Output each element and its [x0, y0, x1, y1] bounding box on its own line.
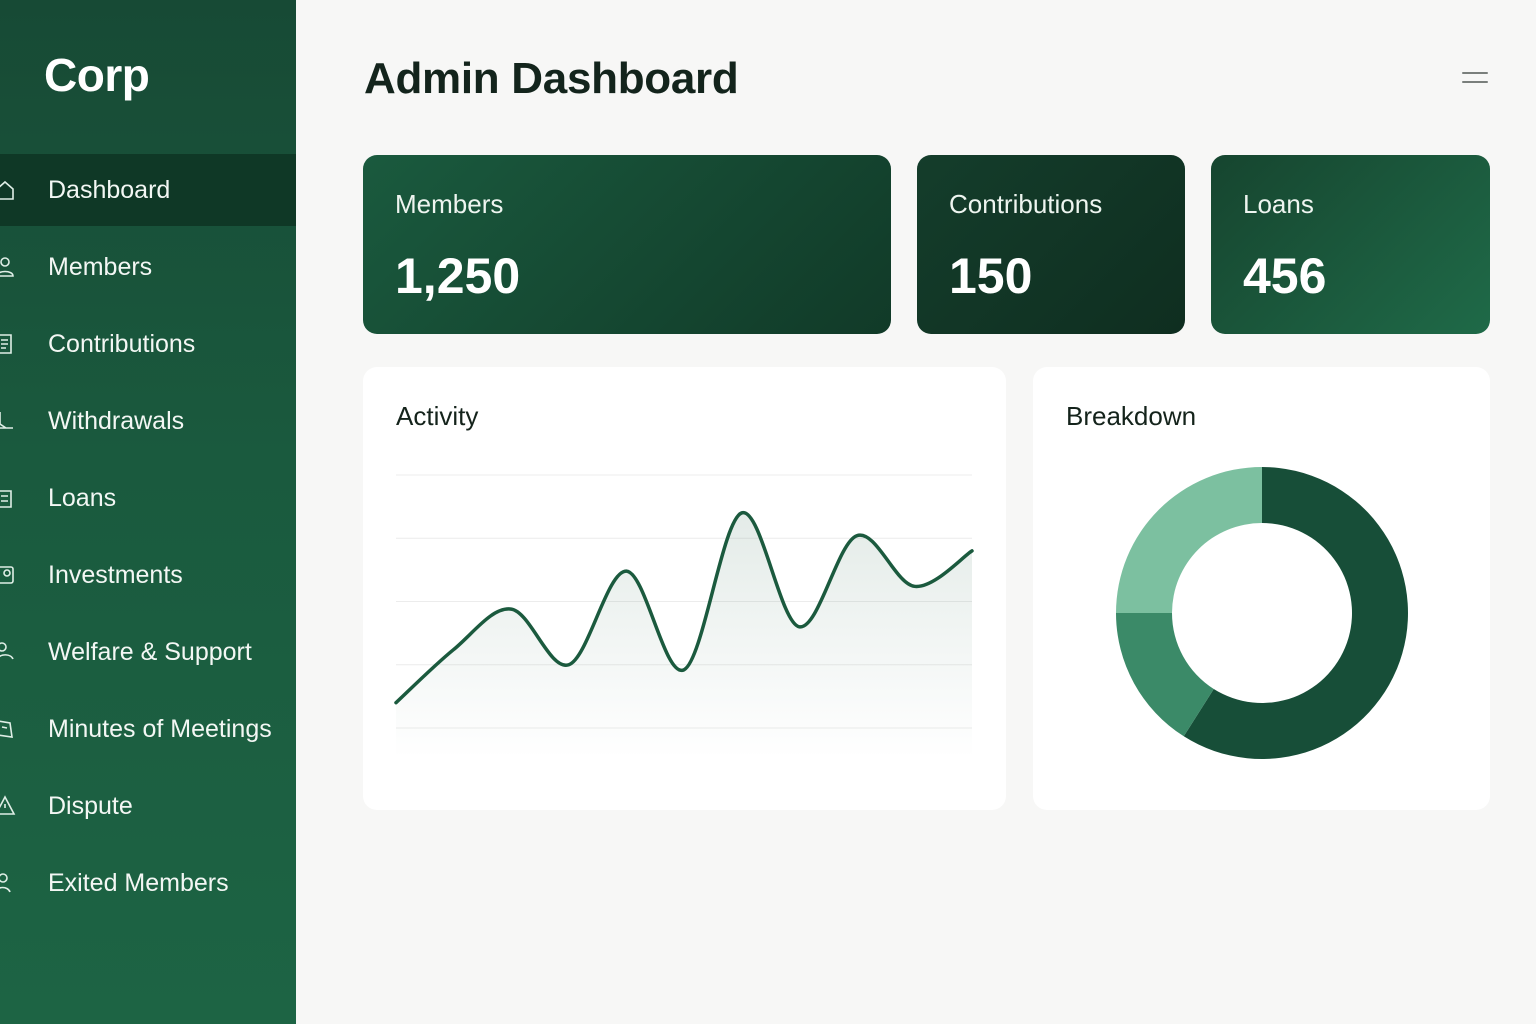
investment-icon — [0, 563, 16, 587]
sidebar-item-investments[interactable]: Investments — [0, 539, 296, 611]
loan-icon — [0, 486, 16, 510]
loans-stat-value: 456 — [1243, 248, 1327, 304]
breakdown-panel: Breakdown — [1033, 367, 1490, 810]
sidebar-item-contributions[interactable]: Contributions — [0, 308, 296, 380]
sidebar-item-withdrawals[interactable]: Withdrawals — [0, 385, 296, 457]
loans-stat-card[interactable]: Loans 456 — [1211, 155, 1490, 334]
sidebar-item-exited-members[interactable]: Exited Members — [0, 847, 296, 919]
menu-icon[interactable] — [1458, 66, 1490, 90]
sidebar-item-label: Dispute — [48, 791, 133, 820]
breakdown-slice-3 — [1116, 467, 1262, 613]
contributions-stat-card[interactable]: Contributions 150 — [917, 155, 1185, 334]
sidebar-item-label: Dashboard — [48, 175, 171, 204]
breakdown-donut-chart — [1116, 467, 1408, 759]
members-stat-value: 1,250 — [395, 248, 521, 304]
loans-stat-label: Loans — [1243, 189, 1314, 219]
activity-panel: Activity — [363, 367, 1006, 810]
meetings-icon — [0, 717, 16, 741]
sidebar: Corp Dashboard Members Contributions Withdr… — [0, 0, 296, 1024]
activity-area-fill — [396, 512, 972, 758]
welfare-icon — [0, 640, 16, 664]
members-stat-card[interactable]: Members 1,250 — [363, 155, 891, 334]
brand-logo: Corp — [44, 49, 150, 101]
user-icon — [0, 255, 16, 279]
sidebar-item-label: Welfare & Support — [48, 637, 252, 666]
sidebar-item-dispute[interactable]: Dispute — [0, 770, 296, 842]
sidebar-nav: Dashboard Members Contributions Withdrawals… — [0, 154, 296, 924]
sidebar-item-label: Contributions — [48, 329, 196, 358]
sidebar-item-label: Members — [48, 252, 153, 281]
sidebar-item-label: Minutes of Meetings — [48, 714, 272, 743]
contributions-stat-label: Contributions — [949, 189, 1103, 219]
members-stat-label: Members — [395, 189, 504, 219]
sidebar-item-label: Loans — [48, 483, 117, 512]
sidebar-item-dashboard[interactable]: Dashboard — [0, 154, 296, 226]
sidebar-item-members[interactable]: Members — [0, 231, 296, 303]
sidebar-item-minutes-of-meetings[interactable]: Minutes of Meetings — [0, 693, 296, 765]
sidebar-item-label: Exited Members — [48, 868, 229, 897]
menu-icon-bar — [1462, 72, 1488, 74]
menu-icon-bar — [1462, 81, 1488, 83]
sidebar-item-label: Withdrawals — [48, 406, 185, 435]
page-title: Admin Dashboard — [364, 54, 739, 103]
home-icon — [0, 178, 16, 202]
contributions-stat-value: 150 — [949, 248, 1033, 304]
sidebar-item-welfare-and-support[interactable]: Welfare & Support — [0, 616, 296, 688]
document-icon — [0, 332, 16, 356]
withdraw-icon — [0, 409, 16, 433]
activity-chart — [394, 474, 974, 758]
sidebar-item-loans[interactable]: Loans — [0, 462, 296, 534]
warning-icon — [0, 794, 16, 818]
exited-user-icon — [0, 871, 16, 895]
sidebar-item-label: Investments — [48, 560, 183, 589]
